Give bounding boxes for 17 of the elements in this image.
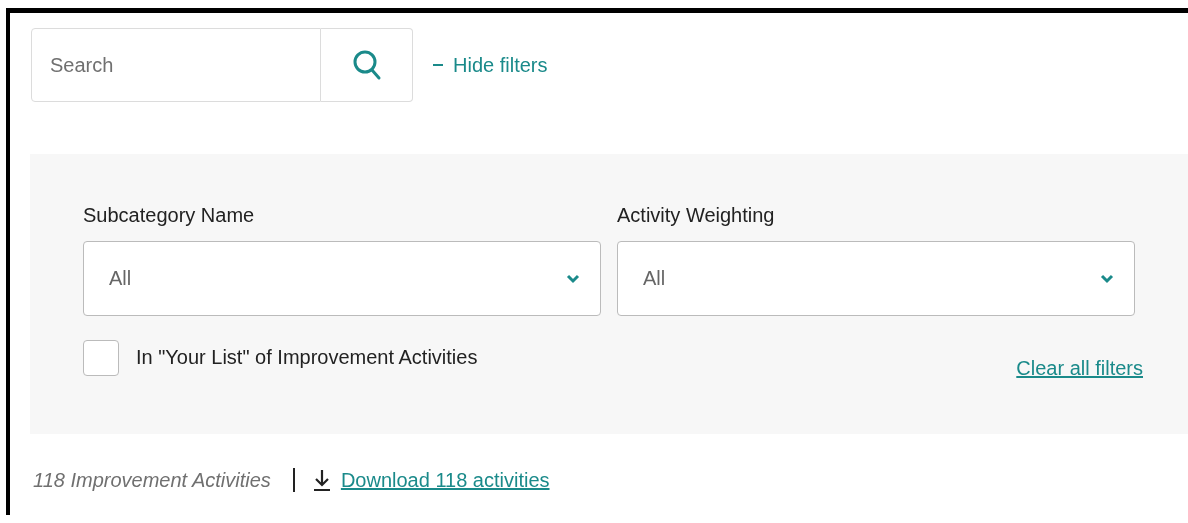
filter-label: Subcategory Name — [83, 204, 256, 227]
checkbox[interactable] — [83, 339, 119, 376]
results-count: 118 Improvement Activities — [33, 468, 271, 492]
hide-filters-link[interactable]: Hide filters — [433, 53, 548, 77]
filter-dropdown[interactable]: All — [83, 241, 601, 316]
chevron-down-icon — [566, 273, 580, 284]
search-icon — [351, 49, 382, 81]
minus-icon — [433, 64, 443, 66]
clear-filters-link[interactable]: Clear all filters — [1016, 357, 1143, 380]
chevron-down-icon — [1100, 273, 1114, 284]
download-icon — [312, 469, 331, 491]
filter-label: Activity Weighting — [617, 204, 776, 227]
search-button[interactable] — [321, 28, 413, 102]
search-field[interactable]: Search — [31, 28, 321, 102]
download-link[interactable]: Download 118 activities — [340, 468, 550, 492]
filter-dropdown[interactable]: All — [617, 241, 1135, 316]
checkbox-label: In "Your List" of Improvement Activities — [136, 346, 478, 369]
